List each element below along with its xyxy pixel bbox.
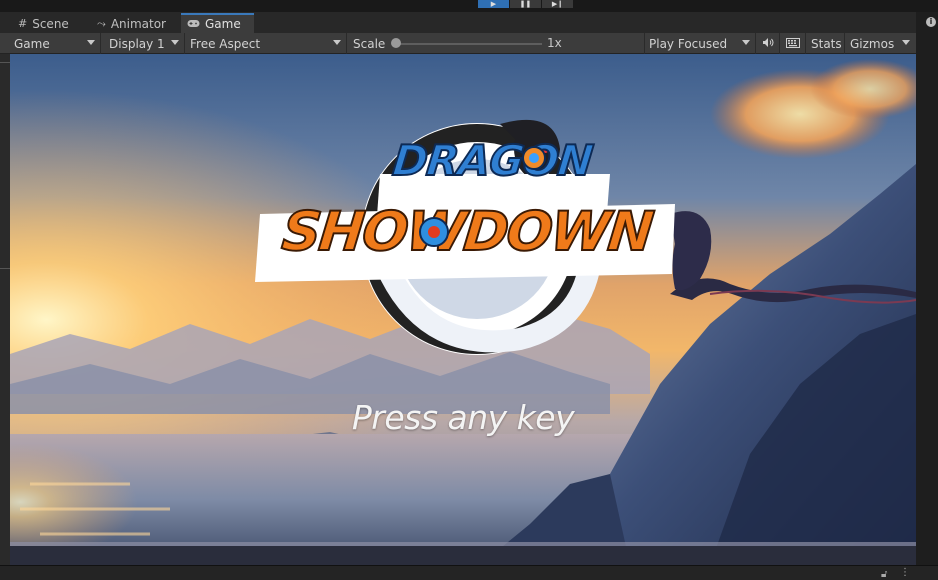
scale-label: Scale (353, 36, 386, 51)
step-button[interactable]: ▶❙ (542, 0, 573, 8)
game-view[interactable]: DRAGON SHOWDOWN Press any key (10, 54, 916, 565)
chevron-down-icon (902, 40, 910, 45)
keyboard-icon (786, 37, 800, 51)
play-mode-label: Play Focused (649, 36, 728, 51)
divider (0, 268, 10, 269)
play-controls: ▶ ❚❚ ▶❙ (478, 0, 573, 8)
display-dropdown[interactable]: Display 1 (104, 33, 185, 54)
inspector-strip (916, 12, 938, 565)
scale-slider-thumb[interactable] (391, 38, 401, 48)
logo-title-line1: DRAGON (389, 135, 595, 186)
top-play-bar (0, 0, 938, 12)
view-mode-dropdown[interactable]: Game (9, 33, 101, 54)
stats-toggle[interactable]: Stats (806, 33, 845, 54)
display-label: Display 1 (109, 36, 165, 51)
bottom-panel-header (0, 565, 938, 580)
aspect-label: Free Aspect (190, 36, 261, 51)
lock-icon[interactable]: 🔓︎ (881, 569, 887, 580)
title-screen-background (10, 54, 916, 565)
tab-game-label: Game (205, 17, 241, 31)
shortcuts-button[interactable] (781, 33, 806, 54)
stats-label: Stats (811, 36, 842, 51)
tab-animator[interactable]: ⤳ Animator (91, 14, 172, 33)
gamepad-icon (187, 18, 200, 31)
play-button[interactable]: ▶ (478, 0, 509, 8)
left-panel-strip (0, 54, 10, 565)
divider (0, 62, 10, 63)
scale-value: 1x (547, 36, 562, 50)
chevron-down-icon (87, 40, 95, 45)
chevron-down-icon (333, 40, 341, 45)
grid-icon: # (18, 17, 28, 30)
press-any-key-prompt: Press any key (351, 398, 575, 437)
tab-scene[interactable]: # Scene (12, 14, 75, 33)
play-mode-dropdown[interactable]: Play Focused (644, 33, 756, 54)
gizmos-dropdown[interactable]: Gizmos (845, 33, 915, 54)
tab-game[interactable]: Game (181, 13, 254, 33)
speaker-icon (762, 37, 774, 51)
panel-menu-icon[interactable]: ⋮ (900, 567, 910, 578)
aspect-dropdown[interactable]: Free Aspect (185, 33, 347, 54)
mute-audio-button[interactable] (756, 33, 780, 54)
pause-button[interactable]: ❚❚ (510, 0, 541, 8)
chevron-down-icon (742, 40, 750, 45)
logo-title-line2: SHOWDOWN (278, 199, 656, 264)
gizmos-label: Gizmos (850, 36, 895, 51)
tab-animator-label: Animator (110, 16, 166, 31)
info-icon[interactable]: i (926, 17, 936, 27)
view-mode-label: Game (14, 36, 50, 51)
tab-scene-label: Scene (32, 16, 69, 31)
animator-icon: ⤳ (97, 16, 106, 30)
chevron-down-icon (171, 40, 179, 45)
editor-tab-row: # Scene ⤳ Animator Game (0, 12, 922, 33)
scale-slider-track[interactable] (395, 43, 542, 45)
